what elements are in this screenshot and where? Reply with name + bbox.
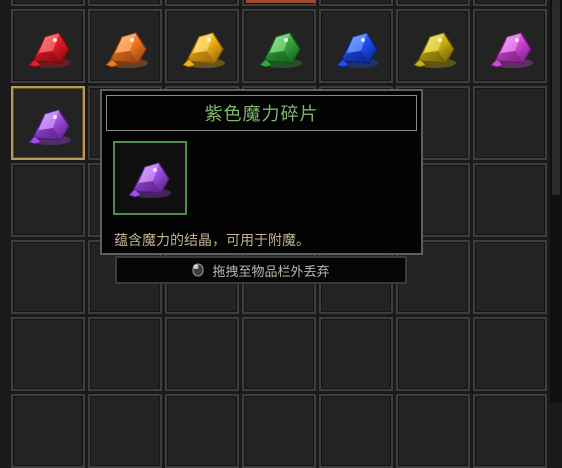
inventory-slot[interactable]	[11, 240, 85, 314]
inventory-slot[interactable]	[396, 0, 470, 6]
inventory-slot[interactable]	[396, 394, 470, 468]
inventory-slot[interactable]	[396, 9, 470, 83]
inventory-slot[interactable]	[11, 394, 85, 468]
inventory-slot[interactable]	[242, 317, 316, 391]
tooltip-item-icon-frame	[113, 141, 187, 215]
inventory-slot[interactable]	[242, 394, 316, 468]
inventory-slot[interactable]	[11, 9, 85, 83]
yellow-crystal-shard-icon	[413, 32, 456, 68]
blue-crystal-shard-icon	[336, 32, 379, 68]
item-tooltip: 紫色魔力碎片 蕴含魔力的结晶，可用于附魔。	[100, 89, 423, 255]
drop-hint-label: 拖拽至物品栏外丢弃	[212, 264, 330, 280]
inventory-slot[interactable]	[473, 9, 547, 83]
tooltip-title: 紫色魔力碎片	[106, 95, 417, 131]
inventory-slot[interactable]	[88, 317, 162, 391]
orange-crystal-shard-icon	[105, 32, 148, 68]
inventory-slot[interactable]	[165, 9, 239, 83]
inventory-slot[interactable]	[396, 317, 470, 391]
inventory-slot[interactable]	[473, 86, 547, 160]
slot-highlight-edge	[246, 0, 316, 3]
inventory-slot[interactable]	[473, 0, 547, 6]
inventory-slot[interactable]	[165, 0, 239, 6]
inventory-slot[interactable]	[165, 394, 239, 468]
inventory-slot[interactable]	[319, 394, 393, 468]
inventory-slot[interactable]	[473, 317, 547, 391]
purple-crystal-shard-icon	[128, 162, 171, 198]
tooltip-description: 蕴含魔力的结晶，可用于附魔。	[114, 233, 310, 249]
mouse-icon	[192, 263, 204, 277]
inventory-slot[interactable]	[319, 317, 393, 391]
inventory-scrollbar[interactable]	[550, 0, 562, 403]
inventory-slot[interactable]	[473, 163, 547, 237]
inventory-slot[interactable]	[11, 0, 85, 6]
inventory-slot[interactable]	[473, 240, 547, 314]
red-crystal-shard-icon	[28, 32, 71, 68]
inventory-slot[interactable]	[165, 317, 239, 391]
inventory-slot[interactable]	[88, 394, 162, 468]
inventory-slot[interactable]	[242, 9, 316, 83]
inventory-slot[interactable]	[88, 0, 162, 6]
inventory-slot[interactable]	[11, 163, 85, 237]
scroll-thumb[interactable]	[552, 0, 560, 195]
tooltip-title-text: 紫色魔力碎片	[204, 104, 319, 125]
inventory-slot[interactable]	[473, 394, 547, 468]
green-crystal-shard-icon	[259, 32, 302, 68]
inventory-slot[interactable]	[11, 317, 85, 391]
inventory-slot[interactable]	[319, 0, 393, 6]
purple-crystal-shard-icon	[28, 109, 71, 145]
inventory-slot[interactable]	[88, 9, 162, 83]
inventory-slot[interactable]	[319, 9, 393, 83]
gold-crystal-shard-icon	[182, 32, 225, 68]
magenta-crystal-shard-icon	[490, 32, 533, 68]
inventory-slot[interactable]	[11, 86, 85, 160]
drop-hint-bar: 拖拽至物品栏外丢弃	[115, 256, 407, 284]
